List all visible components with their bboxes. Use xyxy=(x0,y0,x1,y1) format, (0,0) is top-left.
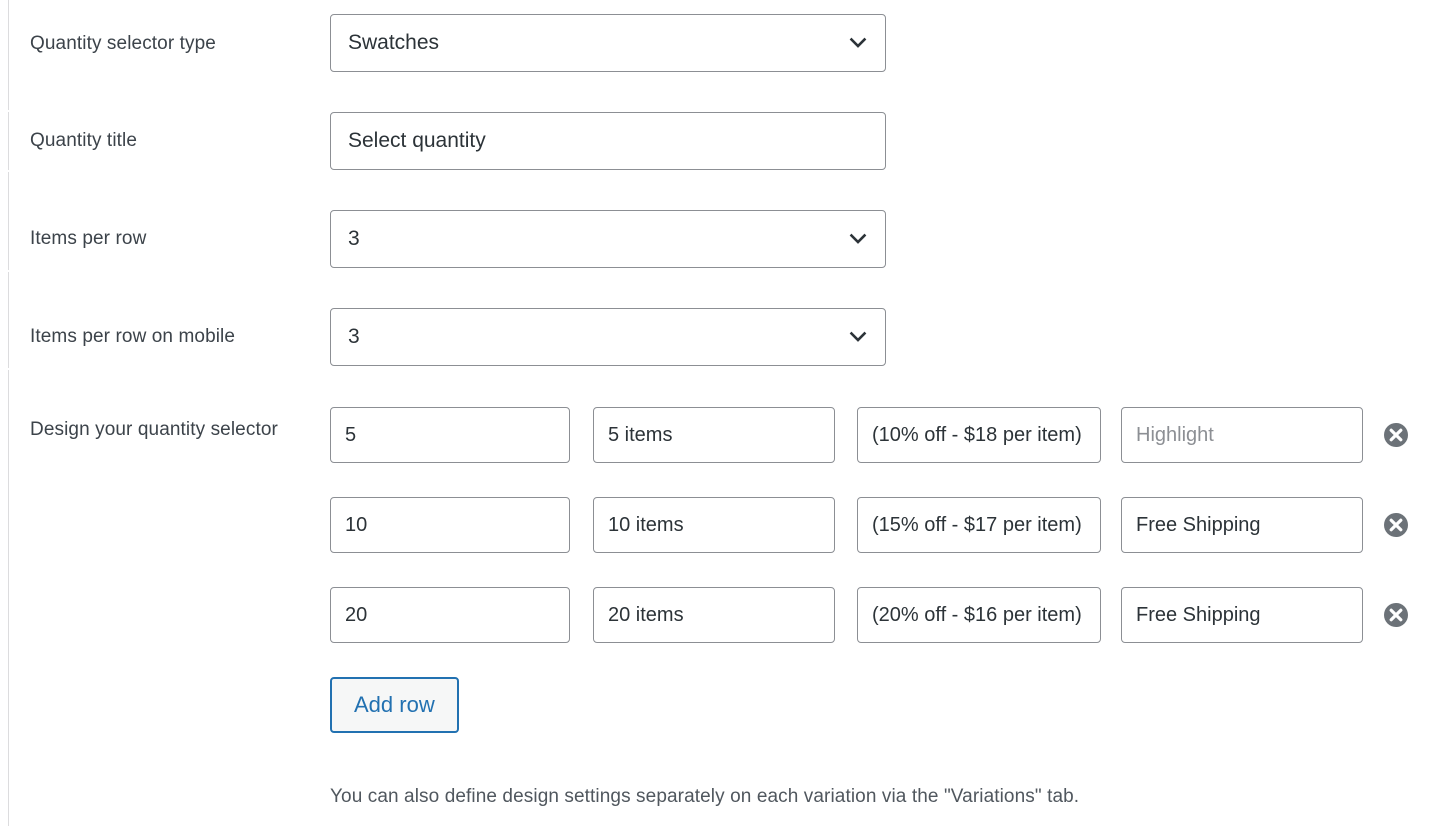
row-label-input[interactable] xyxy=(593,407,835,463)
row-badge-input[interactable] xyxy=(1121,407,1363,463)
items-per-row-on-mobile-select[interactable]: 3 xyxy=(330,308,886,366)
panel-border-gap xyxy=(0,170,9,172)
chevron-down-icon xyxy=(847,326,869,348)
row-quantity-input[interactable] xyxy=(330,587,570,643)
row-quantity-input[interactable] xyxy=(330,407,570,463)
remove-circle-icon xyxy=(1381,600,1411,630)
panel-border-gap xyxy=(0,270,9,272)
remove-row-button[interactable] xyxy=(1381,420,1411,450)
items-per-row-select[interactable]: 3 xyxy=(330,210,886,268)
row-description-input[interactable] xyxy=(857,407,1101,463)
quantity-title-input[interactable] xyxy=(330,112,886,170)
quantity-selector-type-value: Swatches xyxy=(348,31,440,54)
chevron-down-icon xyxy=(847,228,869,250)
remove-row-button[interactable] xyxy=(1381,600,1411,630)
label-items-per-row-on-mobile: Items per row on mobile xyxy=(30,326,236,347)
row-badge-input[interactable] xyxy=(1121,497,1363,553)
add-row-button[interactable]: Add row xyxy=(330,677,459,733)
row-label-input[interactable] xyxy=(593,587,835,643)
remove-row-button[interactable] xyxy=(1381,510,1411,540)
label-design-your-quantity-selector: Design your quantity selector xyxy=(30,419,278,440)
label-quantity-title: Quantity title xyxy=(30,130,138,151)
row-description-input[interactable] xyxy=(857,587,1101,643)
row-badge-input[interactable] xyxy=(1121,587,1363,643)
remove-circle-icon xyxy=(1381,420,1411,450)
label-items-per-row: Items per row xyxy=(30,228,147,249)
row-description-input[interactable] xyxy=(857,497,1101,553)
panel-border-gap xyxy=(0,110,9,112)
panel-border-gap xyxy=(0,368,9,370)
panel-left-border xyxy=(0,0,9,826)
quantity-selector-type-select[interactable]: Swatches xyxy=(330,14,886,72)
items-per-row-on-mobile-value: 3 xyxy=(348,325,360,348)
variations-hint-text: You can also define design settings sepa… xyxy=(330,786,1080,807)
items-per-row-value: 3 xyxy=(348,227,360,250)
row-label-input[interactable] xyxy=(593,497,835,553)
chevron-down-icon xyxy=(847,32,869,54)
remove-circle-icon xyxy=(1381,510,1411,540)
row-quantity-input[interactable] xyxy=(330,497,570,553)
label-quantity-selector-type: Quantity selector type xyxy=(30,33,216,54)
